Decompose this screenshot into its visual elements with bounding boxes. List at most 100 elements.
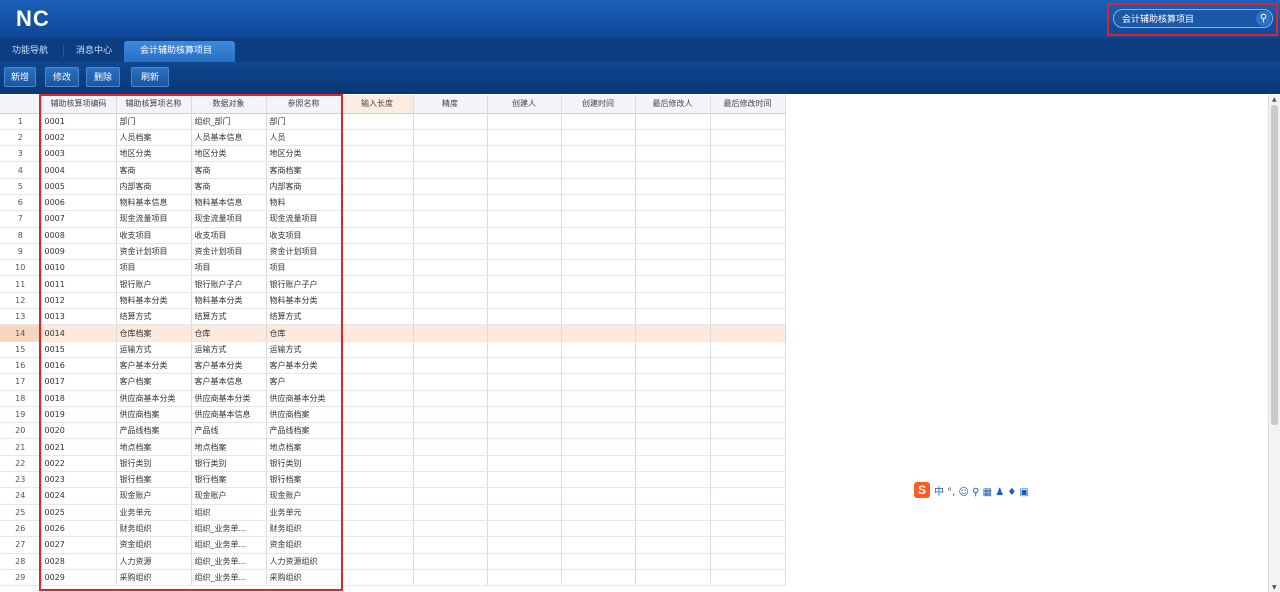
table-cell[interactable] [635,390,711,407]
table-cell[interactable] [487,227,562,244]
table-cell[interactable] [487,406,562,424]
table-cell[interactable] [635,373,711,391]
table-cell[interactable] [487,357,562,375]
table-cell[interactable] [487,308,562,326]
table-cell[interactable] [341,324,414,342]
table-cell[interactable] [635,194,711,212]
table-cell[interactable] [635,161,711,179]
table-cell[interactable] [413,569,488,587]
table-cell[interactable] [487,536,562,554]
table-cell[interactable] [635,129,711,147]
add-button[interactable]: 新增 [4,67,36,87]
table-cell[interactable] [341,357,414,375]
table-cell[interactable] [341,553,414,570]
table-cell[interactable] [710,390,786,407]
table-cell[interactable] [413,178,488,195]
table-cell[interactable] [635,324,711,342]
table-cell[interactable] [561,553,636,570]
table-cell[interactable] [635,569,711,587]
table-cell[interactable] [710,455,786,473]
table-cell[interactable] [561,324,636,342]
table-cell[interactable] [635,406,711,424]
table-cell[interactable] [561,129,636,147]
table-cell[interactable] [413,438,488,456]
table-cell[interactable] [487,129,562,147]
table-cell[interactable] [413,210,488,228]
table-cell[interactable] [413,390,488,407]
table-cell[interactable] [635,422,711,440]
table-cell[interactable] [341,390,414,407]
table-cell[interactable] [487,341,562,358]
table-cell[interactable] [635,292,711,310]
table-cell[interactable] [561,113,636,130]
column-header[interactable]: 创建人 [487,95,562,114]
table-cell[interactable] [413,504,488,521]
table-cell[interactable] [487,504,562,521]
table-cell[interactable] [710,536,786,554]
table-cell[interactable] [561,455,636,473]
table-cell[interactable] [341,471,414,489]
ime-tools[interactable]: 中 °, ☺ ⚲ ▦ ♟ ♦ ▣ [934,483,1029,498]
table-cell[interactable] [710,178,786,195]
table-cell[interactable] [710,161,786,179]
table-cell[interactable] [341,113,414,130]
table-cell[interactable] [710,292,786,310]
table-cell[interactable] [635,145,711,163]
table-cell[interactable] [341,210,414,228]
table-cell[interactable] [341,292,414,310]
table-cell[interactable] [341,504,414,521]
table-cell[interactable] [341,569,414,587]
table-cell[interactable] [487,275,562,293]
table-cell[interactable] [635,471,711,489]
table-cell[interactable] [413,129,488,147]
column-header[interactable]: 创建时间 [561,95,636,114]
table-cell[interactable] [635,438,711,456]
table-cell[interactable] [635,536,711,554]
tab-accounting-auxiliary[interactable]: 会计辅助核算项目 [124,41,235,62]
ime-toolbar[interactable]: S 中 °, ☺ ⚲ ▦ ♟ ♦ ▣ [914,482,1029,498]
table-cell[interactable] [710,324,786,342]
column-header[interactable]: 最后修改人 [635,95,711,114]
table-cell[interactable] [341,161,414,179]
scroll-up-icon[interactable]: ▲ [1272,96,1277,103]
table-cell[interactable] [561,373,636,391]
table-cell[interactable] [341,373,414,391]
table-cell[interactable] [710,553,786,570]
table-cell[interactable] [561,520,636,538]
table-cell[interactable] [487,324,562,342]
table-cell[interactable] [413,259,488,277]
table-cell[interactable] [341,178,414,195]
table-cell[interactable] [710,243,786,261]
table-cell[interactable] [710,357,786,375]
table-cell[interactable] [561,210,636,228]
table-cell[interactable] [635,259,711,277]
table-cell[interactable] [561,161,636,179]
table-cell[interactable] [635,455,711,473]
table-cell[interactable] [635,308,711,326]
table-cell[interactable] [413,553,488,570]
table-cell[interactable] [561,357,636,375]
table-cell[interactable] [413,471,488,489]
table-cell[interactable] [561,536,636,554]
table-cell[interactable] [413,324,488,342]
table-cell[interactable] [561,406,636,424]
scroll-down-icon[interactable]: ▼ [1272,584,1277,591]
table-cell[interactable] [710,227,786,244]
table-cell[interactable] [710,341,786,358]
table-cell[interactable] [710,520,786,538]
table-cell[interactable] [561,422,636,440]
sogou-ime-icon[interactable]: S [914,482,930,498]
table-cell[interactable] [710,210,786,228]
table-cell[interactable] [341,275,414,293]
table-cell[interactable] [487,471,562,489]
table-cell[interactable] [710,504,786,521]
column-header[interactable]: 输入长度 [341,95,414,114]
table-cell[interactable] [341,259,414,277]
table-cell[interactable] [341,406,414,424]
table-cell[interactable] [487,438,562,456]
table-cell[interactable] [561,275,636,293]
table-cell[interactable] [561,569,636,587]
table-cell[interactable] [487,210,562,228]
table-cell[interactable] [710,308,786,326]
table-cell[interactable] [413,487,488,505]
